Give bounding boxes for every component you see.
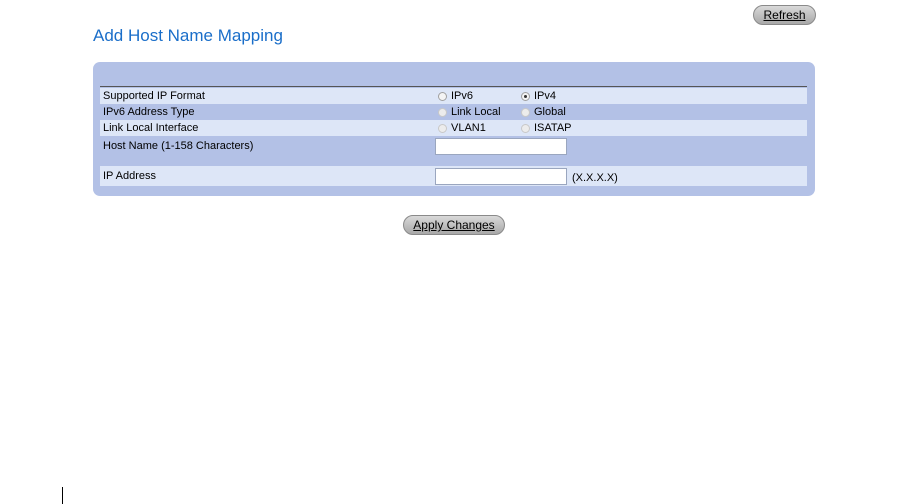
radio-ipv4-option[interactable]: IPv4 [521, 88, 556, 104]
ipv6-address-type-row: IPv6 Address Type Link Local Global [100, 104, 807, 120]
page-edge-marker [62, 487, 63, 504]
page: Refresh Add Host Name Mapping Supported … [0, 0, 900, 504]
radio-global-label: Global [534, 106, 566, 118]
supported-ip-format-row: Supported IP Format IPv6 IPv4 [100, 88, 807, 104]
radio-ipv4-label: IPv4 [534, 90, 557, 102]
ip-address-format-hint: (X.X.X.X) [572, 172, 618, 184]
supported-ip-format-label: Supported IP Format [103, 90, 205, 102]
host-name-row: Host Name (1-158 Characters) [100, 136, 807, 156]
host-name-input[interactable] [435, 138, 567, 155]
apply-changes-button[interactable]: Apply Changes [403, 215, 505, 235]
radio-isatap-option[interactable]: ISATAP [521, 120, 572, 136]
radio-ipv6[interactable] [438, 91, 447, 101]
link-local-interface-row: Link Local Interface VLAN1 ISATAP [100, 120, 807, 136]
host-name-label: Host Name (1-158 Characters) [103, 140, 254, 152]
radio-link-local-label: Link Local [451, 106, 501, 118]
radio-isatap[interactable] [521, 123, 530, 133]
radio-global-option[interactable]: Global [521, 104, 566, 120]
radio-ipv6-label: IPv6 [451, 90, 474, 102]
ip-address-label: IP Address [103, 170, 156, 182]
refresh-button[interactable]: Refresh [753, 5, 816, 25]
radio-ipv6-option[interactable]: IPv6 [438, 88, 473, 104]
radio-vlan1-option[interactable]: VLAN1 [438, 120, 486, 136]
link-local-interface-label: Link Local Interface [103, 122, 199, 134]
host-mapping-form: Supported IP Format IPv6 IPv4 IPv6 Addre… [93, 62, 815, 196]
ipv6-address-type-label: IPv6 Address Type [103, 106, 195, 118]
radio-ipv4[interactable] [521, 91, 530, 101]
radio-vlan1-label: VLAN1 [451, 122, 486, 134]
radio-vlan1[interactable] [438, 123, 447, 133]
radio-link-local-option[interactable]: Link Local [438, 104, 501, 120]
ip-address-row: IP Address (X.X.X.X) [100, 166, 807, 186]
radio-link-local[interactable] [438, 107, 447, 117]
ip-address-input[interactable] [435, 168, 567, 185]
radio-global[interactable] [521, 107, 530, 117]
panel-divider [100, 86, 807, 87]
page-title: Add Host Name Mapping [93, 26, 283, 45]
radio-isatap-label: ISATAP [534, 122, 572, 134]
